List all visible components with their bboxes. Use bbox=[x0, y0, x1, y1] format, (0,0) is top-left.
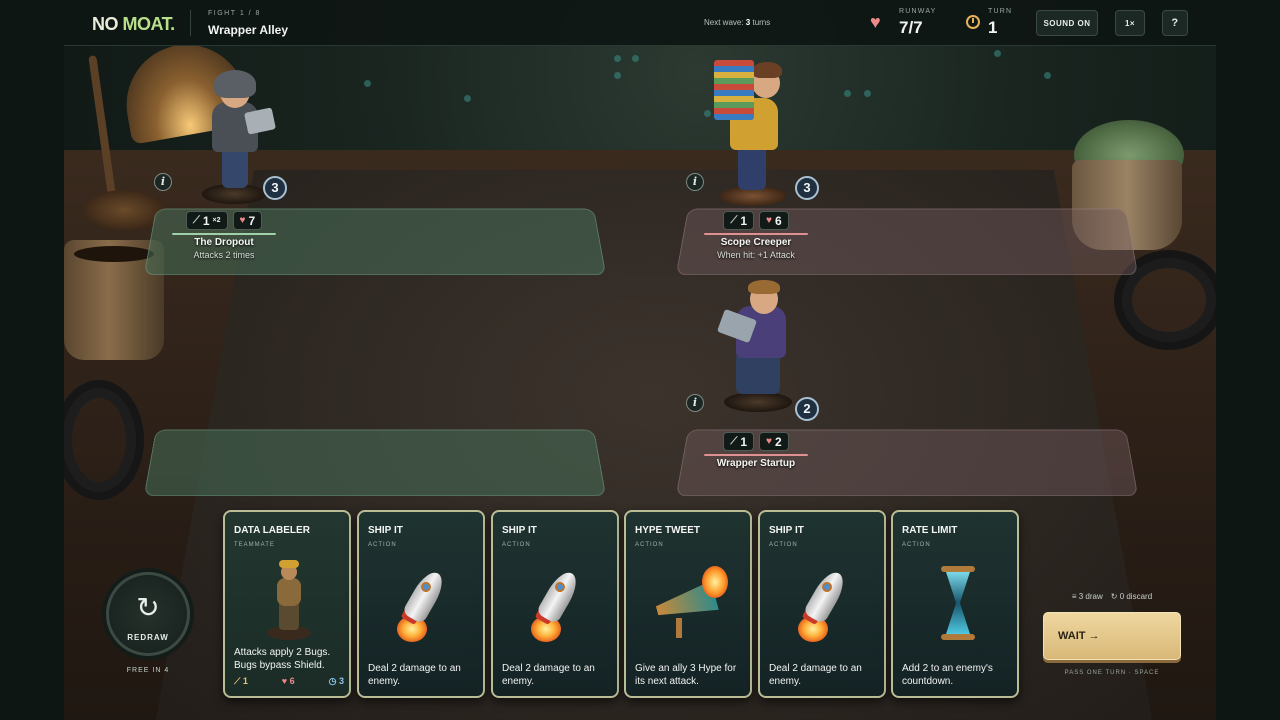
redraw-cooldown: FREE IN 4 bbox=[126, 667, 170, 674]
sound-toggle-button[interactable]: SOUND ON bbox=[1036, 10, 1098, 36]
redraw-button[interactable]: ↻ REDRAW bbox=[106, 572, 190, 656]
unit-name: The Dropout bbox=[194, 237, 254, 248]
health-stat: ♥ 2 bbox=[759, 432, 789, 451]
runway-label: RUNWAY bbox=[899, 8, 937, 15]
wait-button[interactable]: WAIT → bbox=[1043, 612, 1181, 660]
countdown-stat: ◷ 3 bbox=[328, 676, 344, 686]
card-type: ACTION bbox=[635, 542, 664, 548]
speed-button[interactable]: 1× bbox=[1115, 10, 1145, 36]
next-wave-indicator: Next wave: 3 turns bbox=[704, 18, 771, 27]
help-button[interactable]: ? bbox=[1162, 10, 1188, 36]
hand-card-hype-tweet[interactable]: HYPE TWEET ACTION Give an ally 3 Hype fo… bbox=[624, 510, 752, 698]
card-title: DATA LABELER bbox=[234, 525, 310, 536]
discard-pile-count: ↻ 0 discard bbox=[1110, 592, 1153, 601]
unit-card-scope-creeper[interactable]: ⟋ 1 ♥ 6 Scope Creeper When hit: +1 Attack bbox=[686, 211, 826, 260]
deck-counts: ≡ 3 draw ↻ 0 discard bbox=[1044, 592, 1180, 601]
card-description: Deal 2 damage to an enemy. bbox=[368, 663, 461, 687]
laptop-icon bbox=[244, 107, 276, 135]
health-bar bbox=[704, 233, 808, 235]
heart-icon: ♥ bbox=[239, 215, 246, 226]
sword-icon: ⟋ bbox=[730, 436, 738, 447]
card-description: Deal 2 damage to an enemy. bbox=[769, 663, 862, 687]
unit-figure-scope-creeper[interactable] bbox=[708, 58, 804, 208]
attack-stat: ⟋ 1 bbox=[234, 676, 248, 686]
right-border bbox=[1216, 0, 1280, 720]
deck-icon: ≡ bbox=[1071, 592, 1077, 601]
top-bar: NO MOAT. FIGHT 1 / 8 Wrapper Alley Next … bbox=[64, 0, 1216, 46]
health-bar bbox=[704, 454, 808, 456]
hand-card-ship-it[interactable]: SHIP IT ACTION Deal 2 damage to an enemy… bbox=[357, 510, 485, 698]
unit-card-wrapper-startup[interactable]: ⟋ 1 ♥ 2 Wrapper Startup bbox=[686, 432, 826, 469]
divider bbox=[190, 10, 191, 36]
heart-icon: ♥ bbox=[766, 436, 772, 447]
hand-card-ship-it[interactable]: SHIP IT ACTION Deal 2 damage to an enemy… bbox=[758, 510, 886, 698]
refresh-icon: ↻ bbox=[136, 592, 160, 623]
card-description: Deal 2 damage to an enemy. bbox=[502, 663, 595, 687]
discard-icon: ↻ bbox=[1110, 592, 1118, 601]
hourglass-icon bbox=[917, 560, 997, 646]
card-description: Add 2 to an enemy's countdown. bbox=[902, 663, 993, 687]
runway-value: 7/7 bbox=[899, 18, 923, 37]
heart-icon: ♥ bbox=[870, 12, 881, 32]
sword-icon: ⟋ bbox=[730, 215, 738, 226]
card-type: ACTION bbox=[502, 542, 531, 548]
card-title: HYPE TWEET bbox=[635, 525, 701, 536]
card-type: ACTION bbox=[902, 542, 931, 548]
hand-card-data-labeler[interactable]: DATA LABELER TEAMMATE Attacks apply 2 Bu… bbox=[223, 510, 351, 698]
unit-info-button[interactable]: i bbox=[686, 394, 704, 412]
card-title: SHIP IT bbox=[368, 525, 403, 536]
turn-label: TURN bbox=[988, 8, 1013, 15]
left-border bbox=[0, 0, 64, 720]
unit-figure-wrapper-startup[interactable] bbox=[714, 280, 810, 420]
card-title: RATE LIMIT bbox=[902, 525, 958, 536]
card-type: TEAMMATE bbox=[234, 542, 275, 548]
hand-card-rate-limit[interactable]: RATE LIMIT ACTION Add 2 to an enemy's co… bbox=[891, 510, 1019, 698]
redraw-label: REDRAW bbox=[127, 633, 169, 642]
unit-ability: When hit: +1 Attack bbox=[717, 250, 795, 260]
unit-name: Wrapper Startup bbox=[716, 458, 796, 469]
card-type: ACTION bbox=[368, 542, 397, 548]
fight-progress: FIGHT 1 / 8 bbox=[208, 10, 261, 17]
teammate-figure-icon bbox=[249, 560, 329, 646]
book-stack-icon bbox=[714, 60, 754, 120]
card-description: Attacks apply 2 Bugs. Bugs bypass Shield… bbox=[234, 647, 331, 671]
megaphone-icon bbox=[650, 560, 730, 646]
card-description: Give an ally 3 Hype for its next attack. bbox=[635, 663, 737, 687]
attack-stat: ⟋ 1 bbox=[723, 211, 755, 230]
health-bar bbox=[172, 233, 276, 235]
health-stat: ♥ 7 bbox=[232, 211, 263, 230]
game-screen: i 3 ⟋ 1 ×2 ♥ 7 The Dropout Attacks 2 times … bbox=[0, 0, 1280, 720]
unit-info-button[interactable]: i bbox=[154, 173, 172, 191]
card-title: SHIP IT bbox=[502, 525, 537, 536]
game-logo: NO MOAT. bbox=[92, 14, 175, 34]
card-title: SHIP IT bbox=[769, 525, 804, 536]
card-stats: ⟋ 1 ♥ 6 ◷ 3 bbox=[234, 676, 344, 687]
unit-cost-badge: 2 bbox=[795, 397, 819, 421]
health-stat: ♥ 6 bbox=[759, 211, 789, 230]
fight-name: Wrapper Alley bbox=[208, 23, 289, 37]
health-stat: ♥ 6 bbox=[281, 676, 295, 686]
turn-value: 1 bbox=[988, 18, 998, 37]
heart-icon: ♥ bbox=[766, 215, 772, 226]
hand-card-ship-it[interactable]: SHIP IT ACTION Deal 2 damage to an enemy… bbox=[491, 510, 619, 698]
rocket-icon bbox=[383, 560, 463, 646]
unit-cost-badge: 3 bbox=[795, 176, 819, 200]
attack-stat: ⟋ 1 bbox=[723, 432, 755, 451]
attack-stat: ⟋ 1 ×2 bbox=[185, 211, 228, 230]
wait-hint: PASS ONE TURN · SPACE bbox=[1064, 670, 1160, 676]
card-type: ACTION bbox=[769, 542, 798, 548]
sword-icon: ⟋ bbox=[192, 215, 200, 226]
draw-pile-count: ≡ 3 draw bbox=[1071, 592, 1103, 601]
clock-icon bbox=[966, 15, 980, 29]
unit-name: Scope Creeper bbox=[720, 237, 792, 248]
ally-lane-bottom[interactable] bbox=[143, 429, 607, 497]
rocket-icon bbox=[784, 560, 864, 646]
unit-card-the-dropout[interactable]: ⟋ 1 ×2 ♥ 7 The Dropout Attacks 2 times bbox=[164, 211, 284, 260]
unit-info-button[interactable]: i bbox=[686, 173, 704, 191]
rocket-icon bbox=[517, 560, 597, 646]
unit-ability: Attacks 2 times bbox=[193, 250, 255, 260]
unit-cost-badge: 3 bbox=[263, 176, 287, 200]
